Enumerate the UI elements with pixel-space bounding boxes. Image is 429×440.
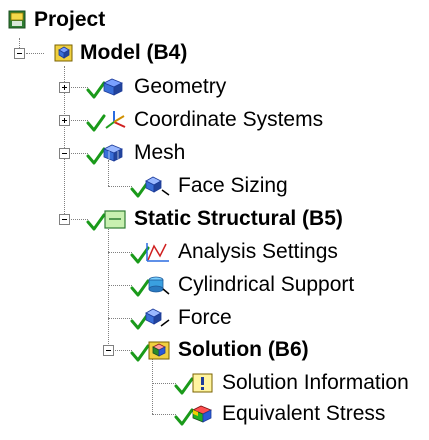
tree-node-cylindrical-support[interactable]: Cylindrical Support — [130, 271, 354, 299]
force-label: Force — [178, 306, 232, 329]
tree-node-analysis-settings[interactable]: Analysis Settings — [130, 238, 338, 266]
tree-node-geometry[interactable]: Geometry — [86, 73, 226, 101]
collapse-model-toggle[interactable] — [14, 48, 25, 59]
geometry-icon — [86, 75, 130, 99]
solution-information-label: Solution Information — [222, 371, 409, 394]
tree-node-solution-information[interactable]: Solution Information — [174, 369, 409, 397]
equivalent-stress-label: Equivalent Stress — [222, 402, 386, 425]
project-label: Project — [34, 8, 106, 31]
face-sizing-label: Face Sizing — [178, 174, 288, 197]
tree-connector — [152, 414, 176, 415]
tree-connector — [108, 285, 132, 286]
tree-node-force[interactable]: Force — [130, 304, 232, 332]
mesh-icon — [86, 141, 130, 165]
tree-node-face-sizing[interactable]: Face Sizing — [130, 172, 288, 200]
tree-connector — [108, 318, 132, 319]
collapse-static-structural-toggle[interactable] — [59, 214, 70, 225]
tree-connector — [26, 53, 44, 54]
solution-information-icon — [174, 371, 218, 395]
project-tree: Project Model (B4) Geometry Coordinate S… — [0, 0, 429, 440]
cylindrical-support-icon — [130, 273, 174, 297]
cylindrical-support-label: Cylindrical Support — [178, 273, 355, 296]
mesh-label: Mesh — [134, 141, 186, 164]
tree-connector — [108, 226, 109, 350]
coordinate-systems-icon — [86, 108, 130, 132]
tree-node-mesh[interactable]: Mesh — [86, 139, 185, 167]
tree-connector — [108, 186, 132, 187]
coordinate-systems-label: Coordinate Systems — [134, 108, 324, 131]
expand-coordinate-systems-toggle[interactable] — [59, 115, 70, 126]
tree-node-coordinate-systems[interactable]: Coordinate Systems — [86, 106, 323, 134]
model-icon — [52, 41, 76, 65]
collapse-solution-toggle[interactable] — [103, 345, 114, 356]
analysis-settings-icon — [130, 240, 174, 264]
tree-node-model[interactable]: Model (B4) — [52, 39, 187, 67]
force-icon — [130, 306, 174, 330]
equivalent-stress-icon — [174, 402, 218, 426]
tree-node-static-structural[interactable]: Static Structural (B5) — [86, 205, 343, 233]
tree-connector — [152, 356, 153, 414]
expand-geometry-toggle[interactable] — [59, 82, 70, 93]
face-sizing-icon — [130, 174, 174, 198]
static-structural-icon — [86, 207, 130, 231]
tree-connector — [108, 252, 132, 253]
tree-connector — [152, 383, 176, 384]
collapse-mesh-toggle[interactable] — [59, 148, 70, 159]
solution-label: Solution (B6) — [178, 338, 309, 361]
model-label: Model (B4) — [80, 41, 188, 64]
geometry-label: Geometry — [134, 75, 227, 98]
tree-node-project[interactable]: Project — [6, 6, 105, 34]
analysis-settings-label: Analysis Settings — [178, 240, 338, 263]
tree-node-solution[interactable]: Solution (B6) — [130, 336, 309, 364]
static-structural-label: Static Structural (B5) — [134, 207, 343, 230]
project-icon — [6, 8, 30, 32]
tree-node-equivalent-stress[interactable]: Equivalent Stress — [174, 400, 385, 428]
solution-icon — [130, 338, 174, 362]
